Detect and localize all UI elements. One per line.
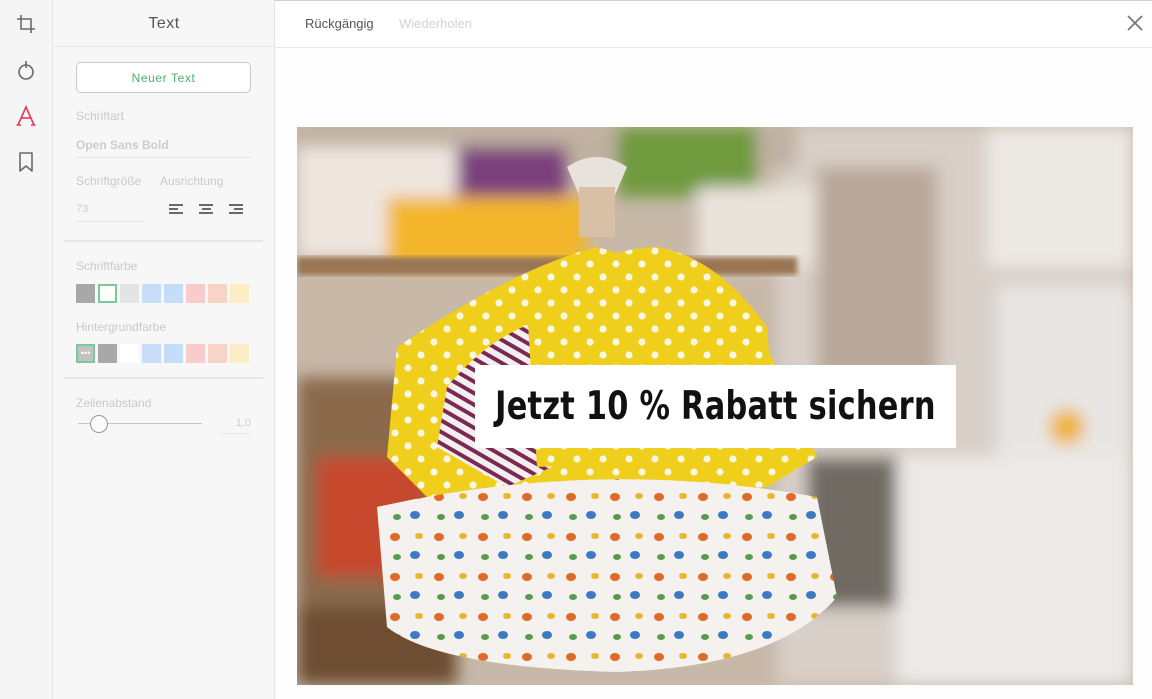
background-color-swatch[interactable] [230,344,249,363]
font-size-label: Schriftgröße [76,174,142,188]
bookmark-icon [19,152,33,172]
alignment-label: Ausrichtung [160,174,224,188]
font-color-swatch[interactable] [142,284,161,303]
text-tool-button[interactable] [12,102,40,130]
align-left-button[interactable] [169,204,185,218]
font-color-swatch-selected[interactable] [98,284,117,303]
font-color-label: Schriftfarbe [76,259,138,273]
line-height-slider-handle[interactable] [90,415,109,433]
background-color-swatch[interactable] [142,344,161,363]
font-color-swatch[interactable] [186,284,205,303]
align-center-button[interactable] [199,204,215,218]
sticker-tool-button[interactable] [12,148,40,176]
filter-icon [18,61,34,80]
line-height-label: Zeilenabstand [76,396,152,410]
close-icon [1127,15,1143,31]
background-color-label: Hintergrundfarbe [76,320,167,334]
background-color-swatch[interactable] [98,344,117,363]
font-color-swatches [76,284,249,303]
font-color-swatch[interactable] [208,284,227,303]
top-toolbar: Rückgängig Wiederholen [275,0,1152,48]
background-color-swatch[interactable] [208,344,227,363]
divider [64,240,263,242]
font-label: Schriftart [76,109,125,123]
new-text-button[interactable]: Neuer Text [76,62,251,93]
background-color-swatch[interactable] [120,344,139,363]
filter-tool-button[interactable] [12,56,40,84]
font-color-swatch[interactable] [76,284,95,303]
font-color-swatch[interactable] [164,284,183,303]
text-settings-panel: Text Neuer Text Schriftart Open Sans Bol… [53,0,275,699]
background-color-swatch-selected[interactable]: ••• [76,344,95,363]
font-color-swatch[interactable] [230,284,249,303]
close-button[interactable] [1124,12,1146,34]
editor-canvas: Jetzt 10 % Rabatt sichern [275,48,1152,699]
text-icon [16,105,36,126]
background-color-swatch[interactable] [164,344,183,363]
font-color-swatch[interactable] [120,284,139,303]
background-color-swatches: ••• [76,344,249,363]
font-size-input[interactable]: 73 [76,201,144,222]
crop-tool-button[interactable] [12,10,40,38]
crop-icon [17,15,35,33]
tool-rail [0,0,53,699]
undo-button[interactable]: Rückgängig [305,16,374,31]
redo-button[interactable]: Wiederholen [399,16,472,31]
line-height-input[interactable]: 1.0 [219,414,251,434]
align-right-button[interactable] [229,204,245,218]
panel-title: Text [53,0,275,47]
text-overlay[interactable]: Jetzt 10 % Rabatt sichern [475,365,956,448]
divider [64,377,263,379]
more-dots-icon: ••• [80,348,91,358]
overlay-text: Jetzt 10 % Rabatt sichern [495,384,936,429]
background-color-swatch[interactable] [186,344,205,363]
font-select[interactable]: Open Sans Bold [76,136,251,158]
photo-preview[interactable]: Jetzt 10 % Rabatt sichern [297,127,1133,685]
